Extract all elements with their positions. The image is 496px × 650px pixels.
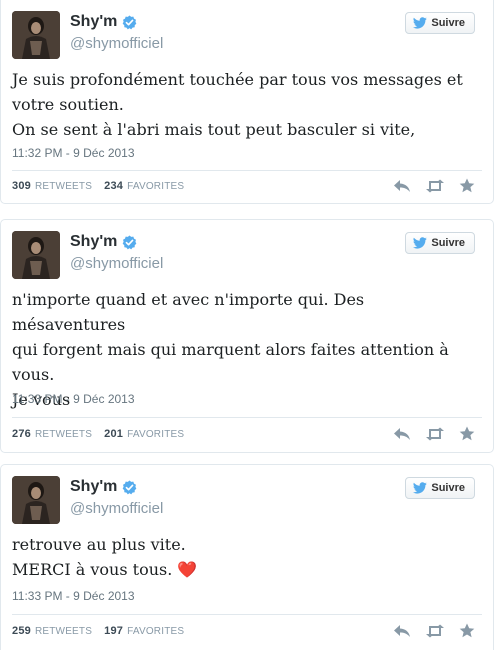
tweet-card: Shy'm @shymofficiel Suivre retrouve au p… [0, 464, 494, 650]
tweet-stats: 259 RETWEETS 197 FAVORITES [12, 625, 184, 637]
retweet-icon[interactable] [425, 624, 445, 638]
retweet-icon[interactable] [425, 427, 445, 441]
favorite-count[interactable]: 197 [104, 625, 123, 637]
retweet-count[interactable]: 259 [12, 625, 31, 637]
retweet-count[interactable]: 276 [12, 428, 31, 440]
favorites-label: FAVORITES [127, 429, 185, 440]
avatar[interactable] [12, 476, 60, 524]
follow-button[interactable]: Suivre [405, 12, 475, 34]
favorite-count[interactable]: 234 [104, 180, 123, 192]
display-name[interactable]: Shy'm [70, 478, 137, 496]
display-name-text[interactable]: Shy'm [70, 13, 117, 31]
retweets-label: RETWEETS [34, 626, 93, 637]
tweet-line: retrouve au plus vite. [12, 535, 186, 554]
tweet-text: Je suis profondément touchée par tous vo… [12, 67, 482, 142]
twitter-bird-icon [413, 482, 428, 494]
favorite-star-icon[interactable] [459, 426, 475, 441]
tweet-line-with-emoji: MERCI à vous tous. ❤️ [12, 557, 482, 582]
follow-label: Suivre [431, 482, 465, 494]
timestamp[interactable]: 11:33 PM - 9 Déc 2013 [12, 392, 135, 406]
username[interactable]: @shymofficiel [70, 500, 163, 517]
favorite-star-icon[interactable] [459, 178, 475, 193]
tweet-line: vous. [12, 365, 55, 384]
verified-badge-icon [123, 234, 137, 249]
reply-icon[interactable] [393, 179, 411, 193]
reply-icon[interactable] [393, 624, 411, 638]
tweet-stats: 276 RETWEETS 201 FAVORITES [12, 428, 184, 440]
tweet-card: Shy'm @shymofficiel Suivre n'importe qua… [0, 219, 494, 453]
heart-emoji: ❤️ [177, 560, 198, 579]
favorite-count[interactable]: 201 [104, 428, 123, 440]
tweet-line: votre soutien. [12, 95, 124, 114]
divider [12, 614, 482, 615]
avatar[interactable] [12, 11, 60, 59]
display-name[interactable]: Shy'm [70, 13, 137, 31]
retweets-label: RETWEETS [34, 429, 93, 440]
retweet-icon[interactable] [425, 179, 445, 193]
twitter-bird-icon [413, 237, 428, 249]
tweet-actions [393, 623, 475, 638]
tweet-card: Shy'm @shymofficiel Suivre Je suis profo… [0, 0, 494, 204]
follow-label: Suivre [431, 17, 465, 29]
twitter-bird-icon [413, 17, 428, 29]
verified-badge-icon [123, 14, 137, 29]
tweet-line: qui forgent mais qui marquent alors fait… [12, 340, 449, 359]
tweet-text: retrouve au plus vite. MERCI à vous tous… [12, 532, 482, 582]
favorite-star-icon[interactable] [459, 623, 475, 638]
favorites-label: FAVORITES [127, 626, 185, 637]
display-name-text[interactable]: Shy'm [70, 478, 117, 496]
tweet-line: On se sent à l'abri mais tout peut bascu… [12, 120, 416, 139]
display-name[interactable]: Shy'm [70, 233, 137, 251]
verified-badge-icon [123, 479, 137, 494]
timestamp[interactable]: 11:32 PM - 9 Déc 2013 [12, 146, 135, 160]
reply-icon[interactable] [393, 427, 411, 441]
tweet-actions [393, 178, 475, 193]
tweet-line: Je suis profondément touchée par tous vo… [12, 70, 463, 89]
tweet-line: n'importe quand et avec n'importe qui. D… [12, 290, 370, 334]
follow-label: Suivre [431, 237, 465, 249]
favorites-label: FAVORITES [127, 181, 185, 192]
display-name-text[interactable]: Shy'm [70, 233, 117, 251]
retweets-label: RETWEETS [34, 181, 93, 192]
username[interactable]: @shymofficiel [70, 35, 163, 52]
divider [12, 417, 482, 418]
retweet-count[interactable]: 309 [12, 180, 31, 192]
follow-button[interactable]: Suivre [405, 477, 475, 499]
follow-button[interactable]: Suivre [405, 232, 475, 254]
tweet-stats: 309 RETWEETS 234 FAVORITES [12, 180, 184, 192]
timestamp[interactable]: 11:33 PM - 9 Déc 2013 [12, 589, 135, 603]
tweet-actions [393, 426, 475, 441]
username[interactable]: @shymofficiel [70, 255, 163, 272]
tweet-line: MERCI à vous tous. [12, 560, 173, 579]
avatar[interactable] [12, 231, 60, 279]
divider [12, 170, 482, 171]
